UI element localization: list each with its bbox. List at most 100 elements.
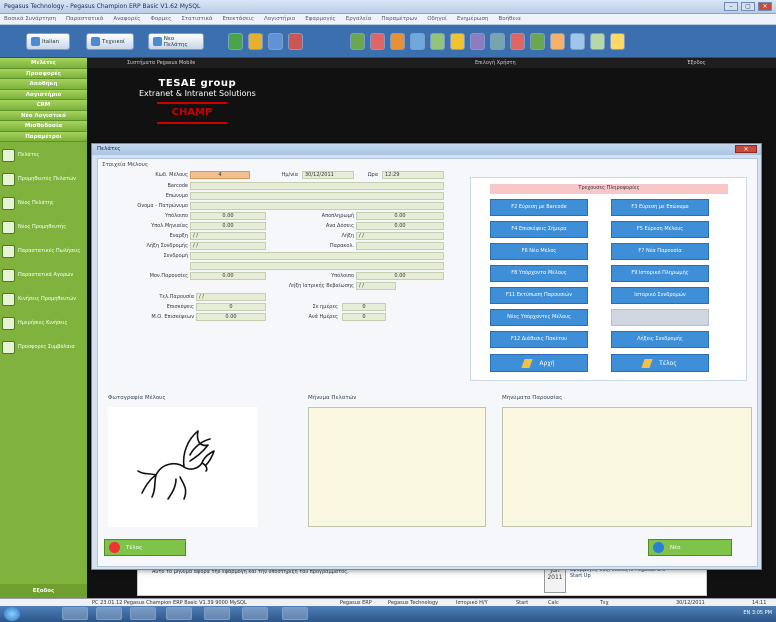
print-icon[interactable] [490,33,505,50]
task-button[interactable] [242,607,268,620]
menu-item[interactable]: Οδηγοί [427,16,447,22]
refresh-icon[interactable] [228,33,243,50]
start-button[interactable]: Αρχή [490,354,588,372]
database-icon[interactable] [530,33,545,50]
op-button-5[interactable]: F6 Νέο Μέλος [490,243,588,260]
help-icon[interactable] [590,33,605,50]
sidebar-item-5[interactable]: Παραστατικές Πωλήσεις [2,240,85,262]
remaining-field[interactable]: 0.00 [356,272,444,280]
sidebar-item-2[interactable]: Προμηθευτές Πελατών [2,168,85,190]
sidebar-item-9[interactable]: Προσφορές Συμβόλαια [2,336,85,358]
sidebar-section-5[interactable]: CRM [0,100,87,111]
sidebar-item-8[interactable]: Ημερήσιες Κινήσεις [2,312,85,334]
menu-item[interactable]: Αναφορές [113,16,140,22]
system-tray[interactable]: EN 3:05 PM [743,610,772,616]
member-photo[interactable] [108,407,258,527]
footer-new-button[interactable]: Νέο [648,539,732,556]
menu-item[interactable]: Φορμες [150,16,171,22]
subscription-extra-field[interactable] [190,262,444,270]
settings-icon[interactable] [470,33,485,50]
stop-icon[interactable] [288,33,303,50]
toolbar-button-3[interactable]: Νεο Πελάτης [148,33,204,50]
sidebar-exit-button[interactable]: Εξοδος [0,584,87,598]
end-button[interactable]: Τέλος [611,354,709,372]
report-icon[interactable] [370,33,385,50]
avg-visits-field[interactable]: 0.00 [196,313,266,321]
balance-field[interactable]: 0.00 [190,212,266,220]
subscription-field[interactable] [190,252,444,260]
sidebar-item-3[interactable]: Νέος Πελάτης [2,192,85,214]
barcode-field[interactable] [190,182,444,190]
time-field[interactable]: 12:29 [382,171,444,179]
date-field[interactable]: 30/12/2011 [302,171,354,179]
menu-item[interactable]: Λογιστήριο [264,16,295,22]
phone-icon[interactable] [570,33,585,50]
medical-cert-field[interactable]: / / [356,282,396,290]
chart-icon[interactable] [350,33,365,50]
op-button-14[interactable]: Λήξεις Συνδρομής [611,331,709,348]
op-button-9[interactable]: F11 Εκτύπωση Παρουσιών [490,287,588,304]
attendance-field[interactable] [356,242,444,250]
firstname-field[interactable] [190,202,444,210]
start-button-icon[interactable] [4,607,20,621]
attendance-messages-box[interactable] [502,407,752,527]
op-button-1[interactable]: F2 Εύρεση με Barcode [490,199,588,216]
toolbar-button-2[interactable]: Τεχνικοί [86,33,134,50]
days-field[interactable]: 0 [342,303,386,311]
minimize-button[interactable]: – [724,2,738,11]
sidebar-section-8[interactable]: Παραμέτροι [0,131,87,142]
sidebar-item-4[interactable]: Νέος Προμηθευτής [2,216,85,238]
star-icon[interactable] [248,33,263,50]
task-button[interactable] [62,607,88,620]
sidebar-section-7[interactable]: Μισθοδοσία [0,121,87,132]
monthly-field[interactable]: 0.00 [190,222,266,230]
footer-end-button[interactable]: Τέλος [104,539,186,556]
sidebar-section-6[interactable]: Νέο Λογιστικό [0,110,87,121]
toolbar-button-1[interactable]: Italian [26,33,70,50]
sessions-field[interactable]: 0.00 [190,272,266,280]
sidebar-item-1[interactable]: Πελάτες [2,144,85,166]
menu-item[interactable]: Βασικά Συνάρτηση [4,16,56,22]
per-days-field[interactable]: 0 [342,313,386,321]
invoice-icon[interactable] [390,33,405,50]
task-button[interactable] [96,607,122,620]
sidebar-section-1[interactable]: Μελέτες [0,58,87,69]
mail-icon[interactable] [510,33,525,50]
task-button[interactable] [166,607,192,620]
op-button-7[interactable]: F8 Υπόρχοντα Μέλους [490,265,588,282]
menu-item[interactable]: Παραμέτρων [381,16,417,22]
users-group-icon[interactable] [550,33,565,50]
exit-icon[interactable] [610,33,625,50]
maximize-button[interactable]: ▢ [741,2,755,11]
task-button[interactable] [282,607,308,620]
menu-item[interactable]: Επεκτάσεις [222,16,254,22]
op-button-10[interactable]: Ιστορικό Συνδρομών [611,287,709,304]
sidebar-section-4[interactable]: Λογιστήριο [0,89,87,100]
document-icon[interactable] [430,33,445,50]
sidebar-item-7[interactable]: Κινήσεις Προμηθευτών [2,288,85,310]
installments-field[interactable]: 0.00 [356,222,444,230]
member-code-field[interactable]: 4 [190,171,250,179]
surname-field[interactable] [190,192,444,200]
menu-item[interactable]: Στατιστικά [181,16,212,22]
last-visit-field[interactable]: / / [196,293,266,301]
menu-item[interactable]: Εργαλεία [346,16,372,22]
task-button[interactable] [130,607,156,620]
sidebar-section-3[interactable]: Αποθήκη [0,79,87,90]
renewal-date-field[interactable]: / / [190,242,266,250]
op-button-3[interactable]: F4 Επισκέψεις Σήμερα [490,221,588,238]
notes-icon[interactable] [450,33,465,50]
menu-item[interactable]: Εφαρμογές [305,16,336,22]
menu-item[interactable]: Παραστατικά [66,16,103,22]
dialog-close-button[interactable]: ✕ [735,145,757,153]
op-button-4[interactable]: F5 Εύρεση Μέλους [611,221,709,238]
menu-item[interactable]: Ενημέρωση [457,16,489,22]
menu-item[interactable]: Βοήθεια [498,16,520,22]
credit-field[interactable]: 0.00 [356,212,444,220]
op-button-13[interactable]: F12 Διάθεσις Πακέτου [490,331,588,348]
op-button-6[interactable]: F7 Νέα Παρουσία [611,243,709,260]
op-button-2[interactable]: F3 Εύρεση με Επώνυμο [611,199,709,216]
task-button[interactable] [204,607,230,620]
visits-field[interactable]: 0 [196,303,266,311]
op-button-11[interactable]: Νέες Υπόρχοντες Μέλους [490,309,588,326]
